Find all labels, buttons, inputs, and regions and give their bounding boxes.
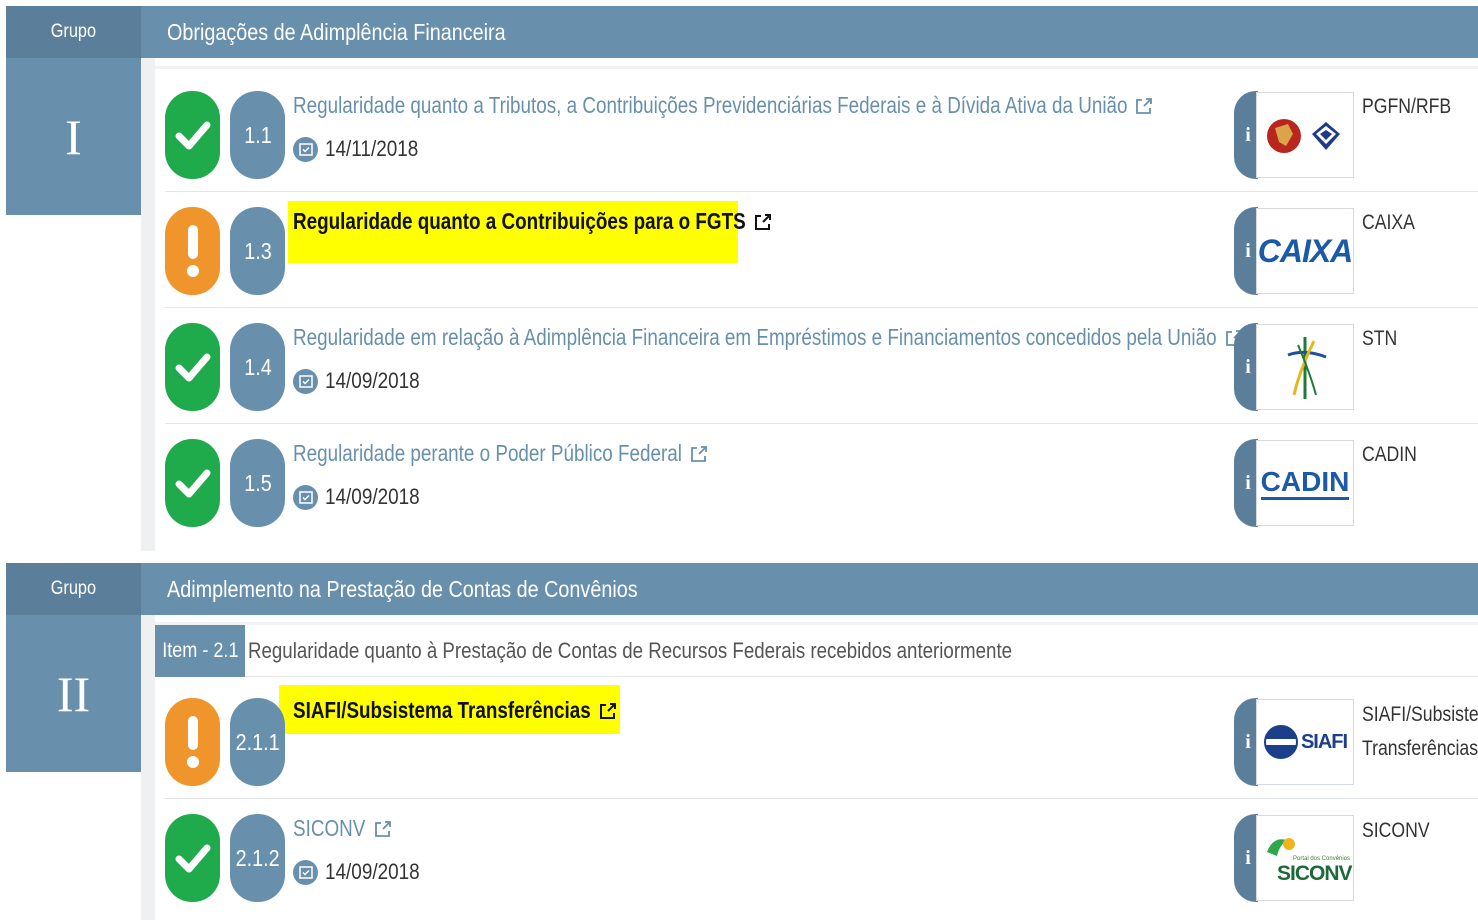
item-description: Regularidade quanto à Prestação de Conta…: [248, 638, 1013, 663]
item-number: 1.5: [230, 439, 285, 527]
org-label: STN: [1362, 327, 1398, 350]
item-number: 1.4: [230, 323, 285, 411]
external-link-icon: [754, 213, 771, 230]
item-number: 1.3: [230, 207, 285, 295]
item-header: Item - 2.1 Regularidade quanto à Prestaç…: [155, 625, 1478, 677]
group-2-roman-numeral: II: [6, 615, 141, 772]
org-label: SIAFI/Subsistem Transferências: [1362, 703, 1478, 760]
calendar-icon: [293, 136, 318, 162]
group-2-label: Grupo: [6, 563, 141, 615]
group-1-label: Grupo: [6, 6, 141, 58]
item-link[interactable]: Regularidade quanto a Contribuições para…: [293, 208, 772, 235]
status-ok-icon: [165, 323, 220, 411]
item-date: 14/09/2018: [293, 859, 435, 885]
status-ok-icon: [165, 814, 220, 902]
external-link-icon: [599, 702, 616, 719]
item-number: 1.1: [230, 91, 285, 179]
item-link[interactable]: Regularidade perante o Poder Público Fed…: [293, 440, 708, 467]
item-date: 14/09/2018: [293, 368, 435, 394]
status-ok-icon: [165, 91, 220, 179]
external-link-icon: [1136, 97, 1153, 114]
pgfn-rfb-logo: [1256, 92, 1354, 178]
info-button[interactable]: i: [1234, 814, 1258, 902]
status-warning-icon: [165, 207, 220, 295]
external-link-icon: [374, 820, 391, 837]
info-button[interactable]: i: [1234, 323, 1258, 411]
item-link[interactable]: SIAFI/Subsistema Transferências: [293, 697, 617, 724]
siafi-logo: SIAFI: [1256, 699, 1354, 785]
item-number: 2.1.2: [230, 814, 285, 902]
item-date: 14/11/2018: [293, 136, 433, 162]
group-1-roman-numeral: I: [6, 58, 141, 215]
org-label: CAIXA: [1362, 211, 1415, 234]
item-link[interactable]: SICONV: [293, 815, 392, 842]
info-button[interactable]: i: [1234, 91, 1258, 179]
status-ok-icon: [165, 439, 220, 527]
org-label: PGFN/RFB: [1362, 95, 1452, 118]
info-button[interactable]: i: [1234, 439, 1258, 527]
status-warning-icon: [165, 698, 220, 786]
calendar-icon: [293, 859, 318, 885]
external-link-icon: [691, 445, 708, 462]
calendar-icon: [293, 368, 318, 394]
info-button[interactable]: i: [1234, 698, 1258, 786]
caixa-logo: CAIXA: [1256, 208, 1354, 294]
calendar-icon: [293, 484, 318, 510]
group-1-title: Obrigações de Adimplência Financeira: [141, 6, 1478, 58]
org-label: CADIN: [1362, 443, 1417, 466]
cadin-logo: CADIN: [1256, 440, 1354, 526]
info-button[interactable]: i: [1234, 207, 1258, 295]
item-link[interactable]: Regularidade quanto a Tributos, a Contri…: [293, 92, 1153, 119]
item-link[interactable]: Regularidade em relação à Adimplência Fi…: [293, 324, 1243, 351]
item-number: 2.1.1: [230, 698, 285, 786]
org-label: SICONV: [1362, 819, 1430, 842]
group-1-gutter: [141, 58, 155, 551]
item-date: 14/09/2018: [293, 484, 435, 510]
item-tag: Item - 2.1: [155, 625, 245, 677]
siconv-logo: Portal dos Convênios SICONV: [1256, 815, 1354, 901]
group-2-title: Adimplemento na Prestação de Contas de C…: [141, 563, 1478, 615]
group-2-gutter: [141, 615, 155, 920]
stn-logo: [1256, 324, 1354, 410]
